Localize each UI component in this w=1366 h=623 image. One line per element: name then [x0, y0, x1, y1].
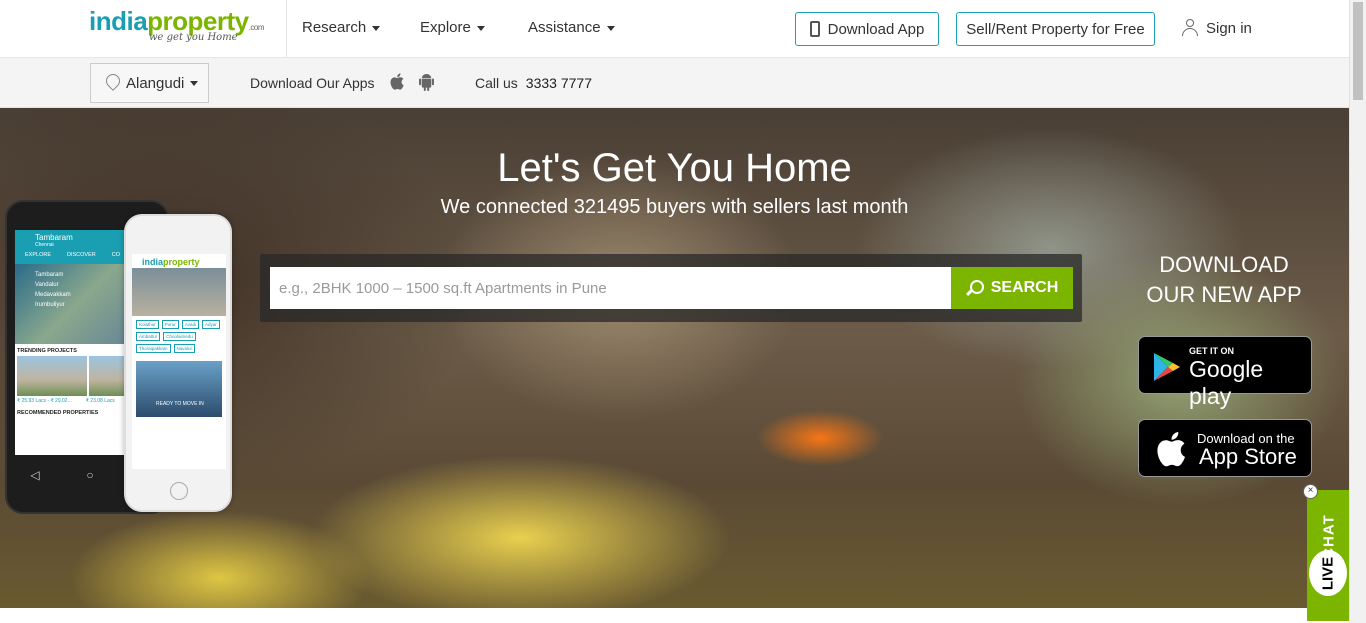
android-icon[interactable]: [418, 72, 435, 91]
search-button-label: SEARCH: [990, 279, 1059, 296]
call-us-label: Call us: [475, 75, 518, 91]
live-chat-label-live: LIVE: [1319, 556, 1337, 591]
logo-tagline: we get you Home: [149, 32, 238, 43]
download-app-heading: DOWNLOAD OUR NEW APP: [1120, 250, 1328, 310]
hero-title: Let's Get You Home: [497, 146, 852, 190]
google-play-badge[interactable]: GET IT ON Google play: [1138, 336, 1312, 409]
search-bar: SEARCH: [260, 254, 1082, 322]
logo[interactable]: indiaproperty.com we get you Home: [89, 6, 269, 50]
iphone-banner-text: READY TO MOVE IN: [156, 401, 204, 407]
locality-chip: Choolaimedu: [163, 332, 196, 341]
google-play-big-text: Google play: [1189, 356, 1264, 409]
page-bottom: [0, 608, 1349, 623]
download-apps-text: Download Our Apps: [250, 75, 375, 91]
search-input[interactable]: [270, 267, 951, 309]
sign-in-label: Sign in: [1206, 19, 1252, 37]
home-icon: ○: [86, 468, 94, 482]
back-icon: ◁: [30, 468, 40, 482]
iphone-home-button-icon: [170, 482, 188, 500]
nav-assistance-label: Assistance: [528, 19, 601, 36]
app-store-badge[interactable]: Download on the App Store: [1138, 419, 1312, 477]
sell-rent-button[interactable]: Sell/Rent Property for Free: [956, 12, 1155, 46]
project-price: ₹ 25.93 Lacs - ₹ 29.02...: [17, 398, 72, 404]
iphone-banner: READY TO MOVE IN: [136, 361, 222, 417]
location-pin-icon: [105, 74, 119, 92]
locality-chip: Kolathur: [136, 320, 159, 329]
nav-explore-label: Explore: [420, 19, 471, 36]
nav-research-label: Research: [302, 19, 367, 36]
sign-in-link[interactable]: Sign in: [1182, 19, 1252, 37]
chevron-down-icon: [606, 25, 615, 31]
iphone-locality-chips: Kolathur Porur Avadi Adyar Ambattur Choo…: [132, 316, 226, 357]
page-scrollbar[interactable]: [1349, 0, 1366, 623]
nav-assistance[interactable]: Assistance: [528, 19, 615, 36]
iphone-screen: indiaproperty Kolathur Porur Avadi Adyar…: [132, 254, 226, 469]
iphone-logo: indiaproperty: [132, 254, 226, 268]
google-play-icon: [1154, 353, 1180, 381]
locality-chip: Navalur: [173, 344, 196, 353]
project-price: ₹ 23.08 Lacs: [85, 398, 115, 404]
divider: [286, 0, 287, 58]
chevron-down-icon: [372, 25, 381, 31]
sell-rent-label: Sell/Rent Property for Free: [966, 20, 1145, 38]
google-play-small-text: GET IT ON: [1189, 346, 1234, 356]
chevron-down-icon: [190, 80, 199, 86]
iphone-hero-image: [132, 268, 226, 316]
scrollbar-thumb[interactable]: [1353, 2, 1363, 100]
iphone-mockup: indiaproperty Kolathur Porur Avadi Adyar…: [124, 214, 232, 512]
locality-chip: Ambattur: [136, 332, 161, 341]
top-header: indiaproperty.com we get you Home Resear…: [0, 0, 1349, 58]
locality-chip: Thoraipakkam: [136, 344, 171, 353]
search-button[interactable]: SEARCH: [951, 267, 1073, 309]
app-store-big-text: App Store: [1199, 444, 1297, 469]
city-selector[interactable]: Alangudi: [90, 63, 209, 103]
nav-explore[interactable]: Explore: [420, 19, 485, 36]
download-heading-line2: OUR NEW APP: [1146, 282, 1302, 307]
live-chat-widget[interactable]: CHAT LIVE: [1307, 490, 1349, 621]
city-name: Alangudi: [126, 74, 185, 92]
call-number[interactable]: 3333 7777: [526, 75, 592, 91]
locality-chip: Avadi: [181, 320, 199, 329]
download-app-button[interactable]: Download App: [795, 12, 939, 46]
download-app-label: Download App: [827, 20, 925, 38]
call-us: Call us 3333 7777: [475, 75, 592, 91]
android-tab: EXPLORE: [25, 252, 51, 258]
mobile-phone-icon: [809, 21, 820, 37]
project-image: [17, 356, 87, 396]
download-heading-line1: DOWNLOAD: [1159, 252, 1289, 277]
android-tab: DISCOVER: [66, 252, 96, 258]
search-icon: [966, 279, 984, 297]
locality-chip: Porur: [161, 320, 179, 329]
close-icon[interactable]: ×: [1303, 484, 1318, 499]
nav-research[interactable]: Research: [302, 19, 381, 36]
apple-icon[interactable]: [388, 72, 405, 91]
user-icon: [1182, 19, 1198, 37]
locality-chip: Adyar: [201, 320, 220, 329]
sub-header: Alangudi Download Our Apps Call us 3333 7…: [0, 58, 1349, 108]
chevron-down-icon: [476, 25, 485, 31]
apple-icon: [1157, 432, 1185, 467]
android-tab: CO: [111, 252, 120, 258]
hero-banner: Let's Get You Home We connected 321495 b…: [0, 108, 1349, 608]
